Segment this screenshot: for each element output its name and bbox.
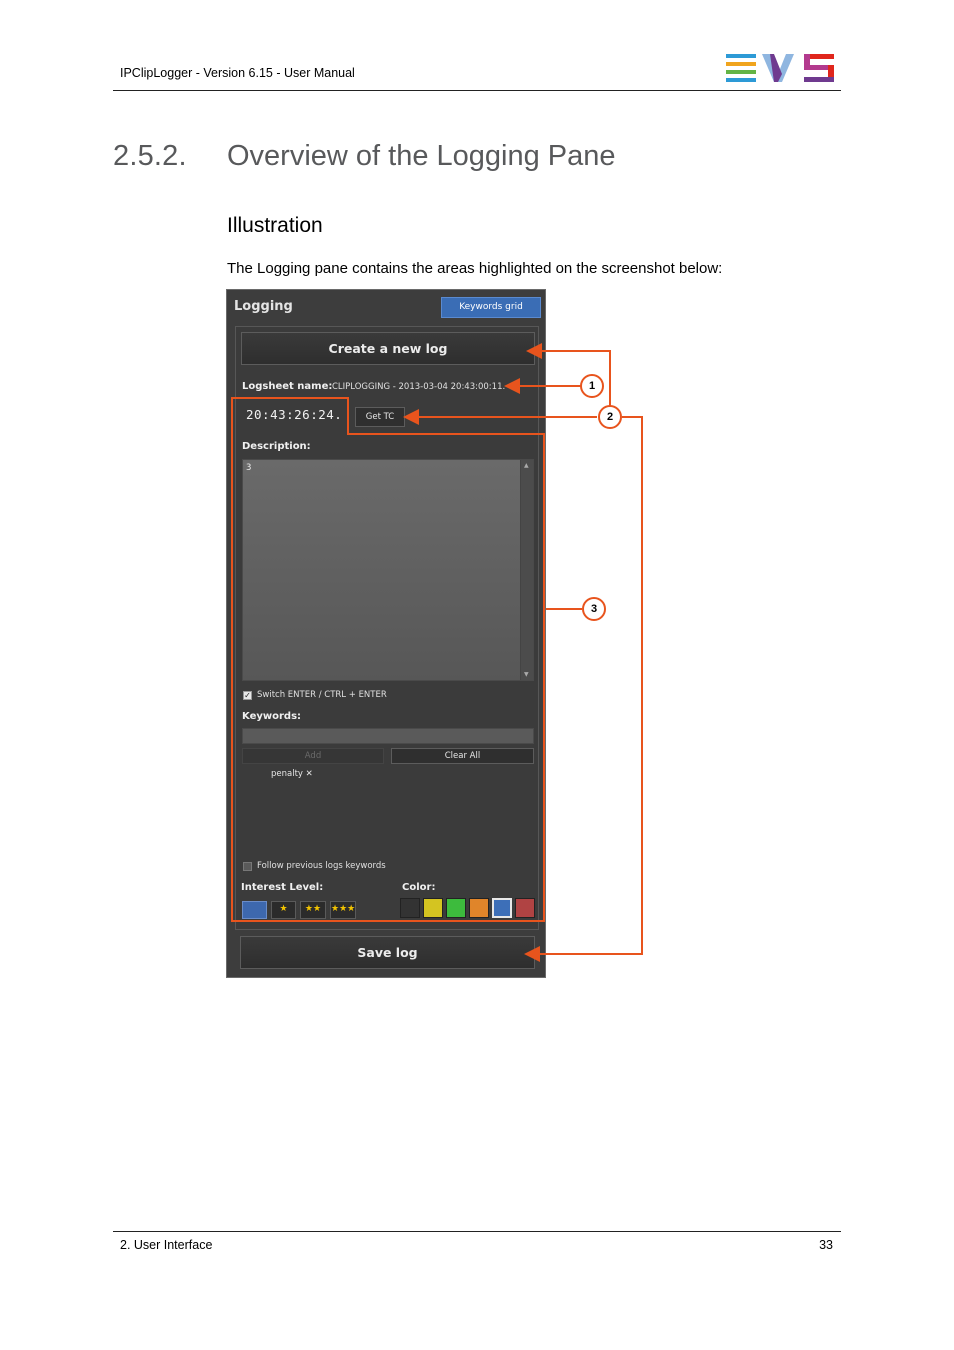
footer-section: 2. User Interface	[120, 1238, 213, 1252]
page-number: 33	[819, 1238, 833, 1252]
callout-1: 1	[580, 374, 604, 398]
callout-3: 3	[582, 597, 606, 621]
annotation-overlay	[231, 343, 643, 962]
callout-2: 2	[598, 405, 622, 429]
footer-rule	[113, 1231, 841, 1232]
area-3-highlight	[231, 397, 545, 922]
